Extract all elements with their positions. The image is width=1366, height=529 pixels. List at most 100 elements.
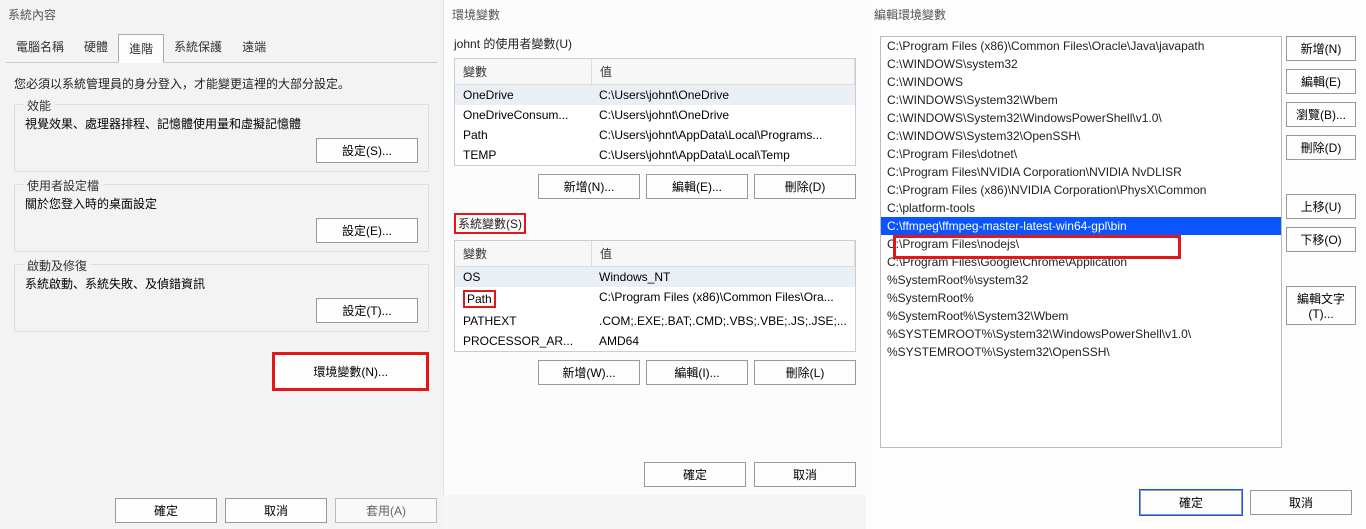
move-down-button[interactable]: 下移(O) [1286,227,1356,252]
path-item[interactable]: C:\ffmpeg\ffmpeg-master-latest-win64-gpl… [881,217,1281,235]
tabs: 電腦名稱 硬體 進階 系統保護 遠端 [6,33,437,63]
cell-var: TEMP [455,145,591,165]
system-vars-table[interactable]: 變數 值 OSWindows_NT Path C:\Program Files (x… [454,240,856,352]
path-item[interactable]: %SystemRoot% [881,289,1281,307]
path-item[interactable]: %SYSTEMROOT%\System32\WindowsPowerShell\… [881,325,1281,343]
admin-message: 您必須以系統管理員的身分登入，才能變更這裡的大部分設定。 [14,75,429,92]
table-row[interactable]: PROCESSOR_AR...AMD64 [455,331,855,351]
cell-val: C:\Users\johnt\OneDrive [591,105,855,125]
path-item[interactable]: C:\platform-tools [881,199,1281,217]
browse-button[interactable]: 瀏覽(B)... [1286,102,1356,127]
cell-var: PATHEXT [455,311,591,331]
table-row[interactable]: OneDriveConsum...C:\Users\johnt\OneDrive [455,105,855,125]
apply-button[interactable]: 套用(A) [335,498,437,523]
path-item[interactable]: %SYSTEMROOT%\System32\OpenSSH\ [881,343,1281,361]
tab-computer-name[interactable]: 電腦名稱 [6,33,74,62]
cell-var: OneDriveConsum... [455,105,591,125]
path-item[interactable]: C:\Program Files (x86)\NVIDIA Corporatio… [881,181,1281,199]
cell-val: AMD64 [591,331,855,351]
move-up-button[interactable]: 上移(U) [1286,194,1356,219]
sys-new-button[interactable]: 新增(W)... [538,360,640,385]
path-item[interactable]: C:\WINDOWS\system32 [881,55,1281,73]
sys-delete-button[interactable]: 刪除(L) [754,360,856,385]
col-header-val[interactable]: 值 [592,59,855,84]
perf-settings-button[interactable]: 設定(S)... [316,138,418,163]
path-item[interactable]: C:\WINDOWS\System32\Wbem [881,91,1281,109]
cancel-button[interactable]: 取消 [1250,490,1352,515]
table-row[interactable]: PathC:\Users\johnt\AppData\Local\Program… [455,125,855,145]
highlight-box: 系統變數(S) [454,213,526,234]
path-item[interactable]: C:\Program Files\Google\Chrome\Applicati… [881,253,1281,271]
path-item[interactable]: C:\Program Files (x86)\Common Files\Orac… [881,37,1281,55]
edit-text-button[interactable]: 編輯文字(T)... [1286,286,1356,325]
cell-var: Path [455,287,591,311]
highlight-box: Path [463,290,496,308]
sys-edit-button[interactable]: 編輯(I)... [646,360,748,385]
delete-button[interactable]: 刪除(D) [1286,135,1356,160]
group-label: 效能 [23,97,55,114]
cancel-button[interactable]: 取消 [754,462,856,487]
cell-var: PROCESSOR_AR... [455,331,591,351]
user-vars-label: johnt 的使用者變數(U) [444,29,866,58]
table-row[interactable]: Path C:\Program Files (x86)\Common Files\… [455,287,855,311]
environment-variables-button[interactable]: 環境變數(N)... [272,352,429,391]
table-row[interactable]: OneDriveC:\Users\johnt\OneDrive [455,85,855,105]
table-row[interactable]: PATHEXT.COM;.EXE;.BAT;.CMD;.VBS;.VBE;.JS… [455,311,855,331]
col-header-var[interactable]: 變數 [455,241,592,266]
path-item[interactable]: %SystemRoot%\System32\Wbem [881,307,1281,325]
dialog-title: 系統內容 [0,0,443,29]
user-delete-button[interactable]: 刪除(D) [754,174,856,199]
user-vars-table[interactable]: 變數 值 OneDriveC:\Users\johnt\OneDriveOneD… [454,58,856,166]
system-properties-dialog: 系統內容 電腦名稱 硬體 進階 系統保護 遠端 您必須以系統管理員的身分登入，才… [0,0,443,529]
cancel-button[interactable]: 取消 [225,498,327,523]
group-desc: 視覺效果、處理器排程、記憶體使用量和虛擬記憶體 [25,115,418,132]
cell-val: Windows_NT [591,267,855,287]
tab-hardware[interactable]: 硬體 [74,33,118,62]
group-label: 啟動及修復 [23,257,91,274]
cell-val: C:\Users\johnt\OneDrive [591,85,855,105]
ok-button[interactable]: 確定 [644,462,746,487]
system-vars-label: 系統變數(S) [444,207,866,240]
cell-var: Path [455,125,591,145]
edit-button[interactable]: 編輯(E) [1286,69,1356,94]
cell-val: C:\Program Files (x86)\Common Files\Ora.… [591,287,855,311]
group-desc: 系統啟動、系統失敗、及偵錯資訊 [25,275,418,292]
path-item[interactable]: C:\WINDOWS\System32\WindowsPowerShell\v1… [881,109,1281,127]
cell-val: C:\Users\johnt\AppData\Local\Temp [591,145,855,165]
ok-button[interactable]: 確定 [115,498,217,523]
col-header-val[interactable]: 值 [592,241,855,266]
path-list[interactable]: C:\Program Files (x86)\Common Files\Orac… [880,36,1282,448]
profile-settings-button[interactable]: 設定(E)... [316,218,418,243]
cell-val: C:\Users\johnt\AppData\Local\Programs... [591,125,855,145]
path-item[interactable]: C:\Program Files\NVIDIA Corporation\NVID… [881,163,1281,181]
cell-var: OS [455,267,591,287]
user-edit-button[interactable]: 編輯(E)... [646,174,748,199]
environment-variables-dialog: 環境變數 johnt 的使用者變數(U) 變數 值 OneDriveC:\Use… [443,0,866,495]
ok-button[interactable]: 確定 [1140,490,1242,515]
tab-remote[interactable]: 遠端 [232,33,276,62]
path-item[interactable]: C:\WINDOWS [881,73,1281,91]
dialog-title: 編輯環境變數 [866,0,1366,29]
dialog-footer: 確定 取消 套用(A) [115,498,437,523]
edit-environment-variable-dialog: 編輯環境變數 C:\Program Files (x86)\Common Fil… [866,0,1366,529]
cell-var: OneDrive [455,85,591,105]
performance-group: 效能 視覺效果、處理器排程、記憶體使用量和虛擬記憶體 設定(S)... [14,104,429,172]
path-item[interactable]: C:\Program Files\dotnet\ [881,145,1281,163]
user-profile-group: 使用者設定檔 關於您登入時的桌面設定 設定(E)... [14,184,429,252]
new-button[interactable]: 新增(N) [1286,36,1356,61]
cell-val: .COM;.EXE;.BAT;.CMD;.VBS;.VBE;.JS;.JSE;.… [591,311,855,331]
table-row[interactable]: TEMPC:\Users\johnt\AppData\Local\Temp [455,145,855,165]
group-desc: 關於您登入時的桌面設定 [25,195,418,212]
startup-settings-button[interactable]: 設定(T)... [316,298,418,323]
table-row[interactable]: OSWindows_NT [455,267,855,287]
tab-system-protection[interactable]: 系統保護 [164,33,232,62]
dialog-title: 環境變數 [444,0,866,29]
tab-advanced[interactable]: 進階 [118,34,164,63]
path-item[interactable]: C:\WINDOWS\System32\OpenSSH\ [881,127,1281,145]
user-new-button[interactable]: 新增(N)... [538,174,640,199]
path-item[interactable]: %SystemRoot%\system32 [881,271,1281,289]
group-label: 使用者設定檔 [23,177,103,194]
startup-recovery-group: 啟動及修復 系統啟動、系統失敗、及偵錯資訊 設定(T)... [14,264,429,332]
col-header-var[interactable]: 變數 [455,59,592,84]
path-item[interactable]: C:\Program Files\nodejs\ [881,235,1281,253]
